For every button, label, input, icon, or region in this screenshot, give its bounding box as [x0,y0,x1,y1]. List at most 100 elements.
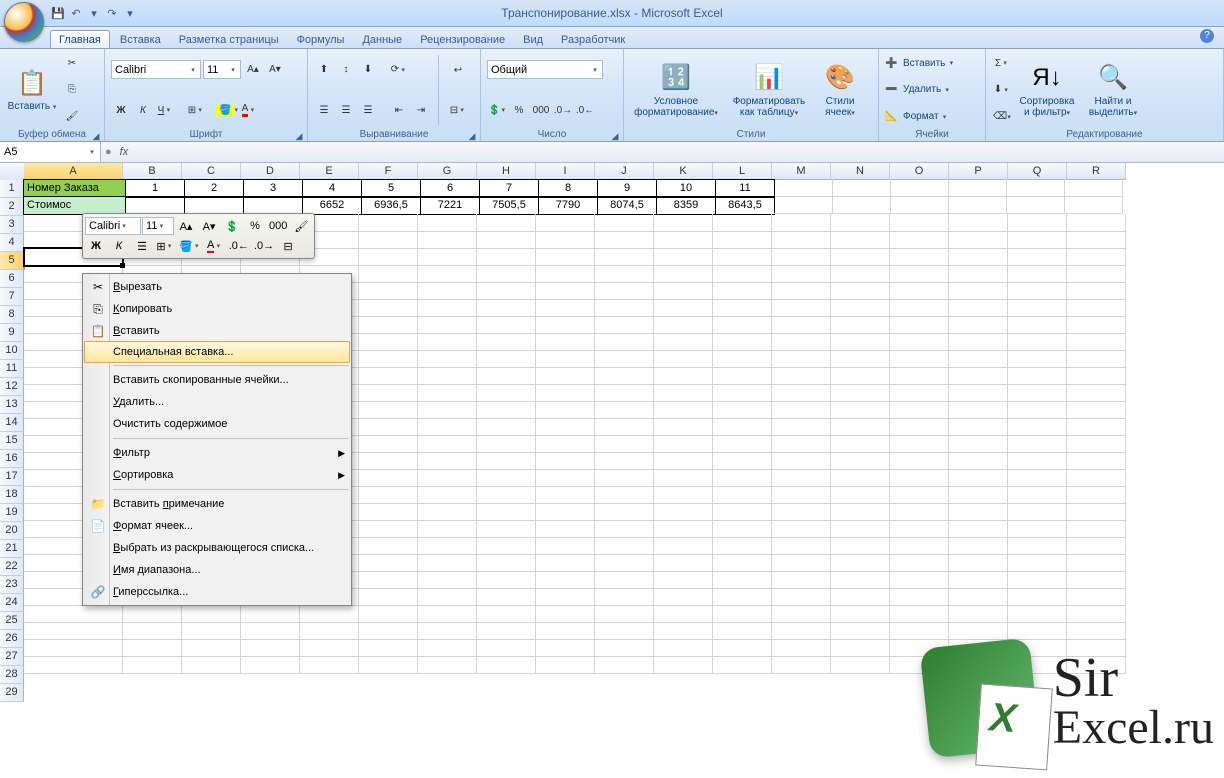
cell[interactable] [831,299,890,317]
cell[interactable] [772,350,831,368]
cell[interactable] [1067,435,1126,453]
cell[interactable] [536,282,595,300]
cell[interactable] [1008,248,1067,266]
cell[interactable] [772,401,831,419]
cell[interactable] [774,196,833,214]
cell[interactable] [24,639,123,657]
ribbon-tab-0[interactable]: Главная [50,30,110,48]
cell[interactable] [1067,248,1126,266]
cell[interactable] [536,452,595,470]
cell[interactable] [831,605,890,623]
cell[interactable] [536,622,595,640]
orientation-icon[interactable]: ⟳▾ [389,60,409,80]
align-right-icon[interactable]: ☰ [358,100,378,120]
row-header[interactable]: 6 [0,270,24,288]
cell[interactable] [949,282,1008,300]
cell[interactable] [595,248,654,266]
cell[interactable] [713,214,772,232]
cell[interactable]: 6936,5 [361,196,421,215]
ribbon-tab-1[interactable]: Вставка [112,31,169,48]
column-header[interactable]: K [654,163,713,180]
cell[interactable] [182,605,241,623]
cell[interactable] [949,435,1008,453]
cell[interactable] [1008,554,1067,572]
cell[interactable] [949,316,1008,334]
cell[interactable] [595,503,654,521]
format-as-table-button[interactable]: 📊Форматировать как таблицу▾ [726,51,812,129]
cell[interactable] [654,350,713,368]
cell[interactable] [713,401,772,419]
cell[interactable] [418,622,477,640]
cell[interactable] [772,639,831,657]
cell[interactable] [595,316,654,334]
cell[interactable] [890,622,949,640]
cell[interactable] [713,299,772,317]
column-header[interactable]: B [123,163,182,180]
cell[interactable] [182,639,241,657]
cell[interactable] [359,435,418,453]
cell[interactable] [949,333,1008,351]
cell[interactable] [241,605,300,623]
cell[interactable] [418,401,477,419]
paste-button[interactable]: 📋 Вставить ▾ [6,51,58,129]
cell[interactable] [477,639,536,657]
cell[interactable] [359,554,418,572]
cell[interactable] [654,282,713,300]
mini-dec-decimal-icon[interactable]: .0← [227,237,251,255]
cell[interactable] [477,520,536,538]
cell[interactable] [1067,588,1126,606]
cell[interactable] [1067,503,1126,521]
context-menu-item[interactable]: Фильтр▶ [85,442,349,464]
clear-icon[interactable]: ⌫▾ [992,107,1012,127]
cell[interactable] [654,503,713,521]
dialog-launcher-icon[interactable]: ◢ [294,131,304,141]
cell[interactable] [890,588,949,606]
row-header[interactable]: 22 [0,558,24,576]
cell[interactable] [1008,350,1067,368]
cell[interactable] [654,656,713,674]
column-header[interactable]: Q [1008,163,1067,180]
cell[interactable] [418,520,477,538]
cell[interactable] [123,656,182,674]
cell[interactable] [536,605,595,623]
cell[interactable] [654,588,713,606]
cell[interactable] [477,299,536,317]
decrease-decimal-icon[interactable]: .0← [575,100,595,120]
cell[interactable] [359,452,418,470]
cell[interactable] [536,571,595,589]
cell[interactable] [949,605,1008,623]
column-header[interactable]: C [182,163,241,180]
italic-button[interactable]: К [133,100,153,120]
cell[interactable] [241,622,300,640]
cell[interactable] [595,401,654,419]
wrap-text-icon[interactable]: ↩ [446,60,470,80]
cell[interactable] [1008,452,1067,470]
context-menu-item[interactable]: Имя диапазона... [85,559,349,581]
mini-merge-icon[interactable]: ⊟ [277,237,299,255]
dialog-launcher-icon[interactable]: ◢ [610,131,620,141]
office-button[interactable] [4,2,44,42]
cell[interactable] [536,520,595,538]
cell[interactable] [1008,469,1067,487]
cell[interactable] [713,571,772,589]
cell[interactable] [595,571,654,589]
copy-icon[interactable]: ⎘ [62,80,82,100]
format-cells-button[interactable]: 📐Формат▾ [885,111,955,122]
fx-icon[interactable]: fx [120,146,129,158]
cell[interactable] [595,605,654,623]
cell[interactable] [949,214,1008,232]
cell[interactable] [1067,452,1126,470]
cell[interactable] [477,605,536,623]
cell[interactable] [359,537,418,555]
cell[interactable] [595,486,654,504]
cell[interactable]: 8074,5 [597,196,657,215]
cell[interactable] [1067,384,1126,402]
cell[interactable] [831,333,890,351]
cell[interactable] [595,469,654,487]
cell[interactable] [1067,418,1126,436]
cell[interactable] [890,316,949,334]
cell[interactable]: 7505,5 [479,196,539,215]
cell[interactable] [536,367,595,385]
cell[interactable] [654,435,713,453]
number-format-combo[interactable]: Общий▾ [487,60,603,79]
